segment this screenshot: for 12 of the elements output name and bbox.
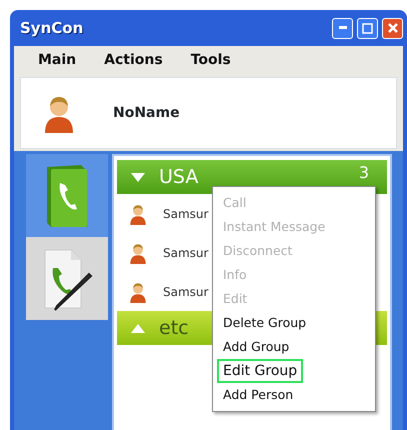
contact-name[interactable]: Samsur (163, 204, 208, 222)
menu-option[interactable]: Delete Group (217, 311, 312, 335)
profile-name: NoName (113, 104, 180, 122)
menu-item[interactable]: Actions (90, 50, 177, 70)
menu-option[interactable]: Edit Group (217, 359, 304, 383)
menu-item[interactable]: Main (24, 50, 90, 70)
contact-name[interactable]: Samsur (163, 282, 208, 300)
menu-option[interactable]: Add Person (217, 383, 300, 407)
contact-name[interactable]: Samsur (163, 244, 208, 262)
window-title: SynCon (20, 18, 84, 39)
menu-item[interactable]: Tools (176, 50, 245, 70)
menu-option[interactable]: Add Group (217, 335, 296, 359)
